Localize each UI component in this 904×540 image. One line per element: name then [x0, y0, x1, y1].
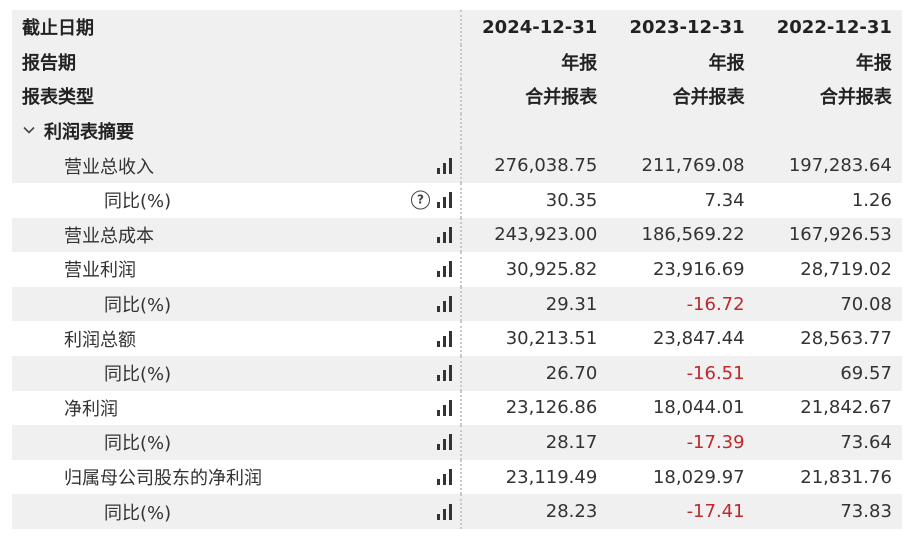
- row-label: 同比(%): [104, 502, 172, 524]
- row-label: 净利润: [64, 398, 118, 420]
- value-cell: 70.08: [840, 293, 892, 315]
- row-label: 营业总收入: [64, 156, 154, 178]
- header-period-2023: 年报: [708, 52, 745, 74]
- table-row: 同比(%)? 30.35 7.34 1.26: [12, 182, 902, 218]
- value-cell: 211,769.08: [641, 155, 745, 177]
- row-label: 同比(%): [104, 364, 172, 386]
- bar-chart-icon[interactable]: [436, 399, 454, 416]
- value-cell: 21,842.67: [800, 397, 892, 419]
- value-cell: 18,044.01: [652, 397, 745, 419]
- table-row: 归属母公司股东的净利润 23,119.49 18,029.97 21,831.76: [12, 459, 902, 495]
- header-label-date: 截止日期: [22, 18, 94, 40]
- table-row: 利润总额 30,213.51 23,847.44 28,563.77: [12, 321, 902, 356]
- bar-chart-icon[interactable]: [436, 261, 454, 278]
- value-cell: 276,038.75: [460, 148, 607, 183]
- value-cell: 1.26: [851, 189, 892, 211]
- table-row: 同比(%) 28.17 -17.39 73.64: [12, 425, 902, 460]
- value-cell: 186,569.22: [641, 224, 745, 246]
- bar-chart-icon[interactable]: [436, 296, 454, 313]
- value-cell: 30.35: [460, 182, 607, 218]
- value-cell: 28.17: [460, 425, 607, 460]
- row-label: 同比(%): [104, 295, 172, 317]
- value-cell: -17.41: [686, 501, 745, 523]
- income-statement-table: 截止日期 2024-12-31 2023-12-31 2022-12-31 报告…: [12, 10, 902, 529]
- value-cell: 30,925.82: [460, 252, 607, 287]
- value-cell: 7.34: [704, 189, 745, 211]
- section-label: 利润表摘要: [44, 122, 134, 144]
- row-label: 同比(%): [104, 433, 172, 455]
- header-period-2024: 年报: [460, 44, 607, 80]
- bar-chart-icon[interactable]: [436, 469, 454, 486]
- table-row: 营业总成本 243,923.00 186,569.22 167,926.53: [12, 217, 902, 253]
- value-cell: 73.83: [840, 501, 892, 523]
- header-label-period: 报告期: [22, 52, 76, 74]
- header-row-period: 报告期 年报 年报 年报: [12, 44, 902, 80]
- help-icon[interactable]: ?: [411, 190, 430, 210]
- value-cell: 29.31: [460, 286, 607, 322]
- bar-chart-icon[interactable]: [436, 226, 454, 243]
- row-label: 归属母公司股东的净利润: [64, 468, 262, 490]
- chevron-down-icon[interactable]: [22, 121, 38, 142]
- bar-chart-icon[interactable]: [436, 192, 454, 209]
- row-label: 利润总额: [64, 329, 136, 351]
- value-cell: -16.72: [686, 293, 745, 315]
- header-row-type: 报表类型 合并报表 合并报表 合并报表: [12, 79, 902, 114]
- header-label-type: 报表类型: [22, 87, 94, 109]
- value-cell: 243,923.00: [460, 217, 607, 253]
- value-cell: 73.64: [840, 431, 892, 453]
- value-cell: 167,926.53: [788, 224, 892, 246]
- header-date-2024: 2024-12-31: [460, 10, 607, 45]
- table-row: 净利润 23,126.86 18,044.01 21,842.67: [12, 390, 902, 426]
- value-cell: 23,916.69: [652, 258, 745, 280]
- row-label: 营业总成本: [64, 225, 154, 247]
- table-row: 营业利润 30,925.82 23,916.69 28,719.02: [12, 252, 902, 287]
- header-type-2022: 合并报表: [819, 87, 892, 109]
- value-cell: 28,719.02: [800, 258, 892, 280]
- table-row: 同比(%) 28.23 -17.41 73.83: [12, 494, 902, 529]
- bar-chart-icon[interactable]: [436, 503, 454, 520]
- bar-chart-icon[interactable]: [436, 365, 454, 382]
- bar-chart-icon[interactable]: [436, 434, 454, 451]
- header-row-date: 截止日期 2024-12-31 2023-12-31 2022-12-31: [12, 10, 902, 45]
- value-cell: -17.39: [686, 431, 745, 453]
- value-cell: 30,213.51: [460, 321, 607, 356]
- value-cell: 28.23: [460, 494, 607, 529]
- section-row-income-summary[interactable]: 利润表摘要: [12, 113, 902, 149]
- value-cell: 28,563.77: [800, 328, 892, 350]
- value-cell: -16.51: [686, 362, 745, 384]
- value-cell: 23,119.49: [460, 459, 607, 495]
- table-row: 同比(%) 29.31 -16.72 70.08: [12, 286, 902, 322]
- header-period-2022: 年报: [855, 52, 892, 74]
- value-cell: 21,831.76: [800, 466, 892, 488]
- value-cell: 26.70: [460, 355, 607, 391]
- value-cell: 23,847.44: [652, 328, 745, 350]
- table-row: 同比(%) 26.70 -16.51 69.57: [12, 355, 902, 391]
- value-cell: 18,029.97: [652, 466, 745, 488]
- value-cell: 23,126.86: [460, 390, 607, 426]
- table-row: 营业总收入 276,038.75 211,769.08 197,283.64: [12, 148, 902, 183]
- row-label: 营业利润: [64, 260, 136, 282]
- header-date-2022: 2022-12-31: [776, 16, 892, 38]
- row-label: 同比(%): [104, 191, 172, 213]
- header-date-2023: 2023-12-31: [629, 16, 745, 38]
- header-type-2023: 合并报表: [672, 87, 745, 109]
- bar-chart-icon[interactable]: [436, 157, 454, 174]
- header-type-2024: 合并报表: [460, 79, 607, 114]
- value-cell: 69.57: [840, 362, 892, 384]
- value-cell: 197,283.64: [788, 155, 892, 177]
- bar-chart-icon[interactable]: [436, 330, 454, 347]
